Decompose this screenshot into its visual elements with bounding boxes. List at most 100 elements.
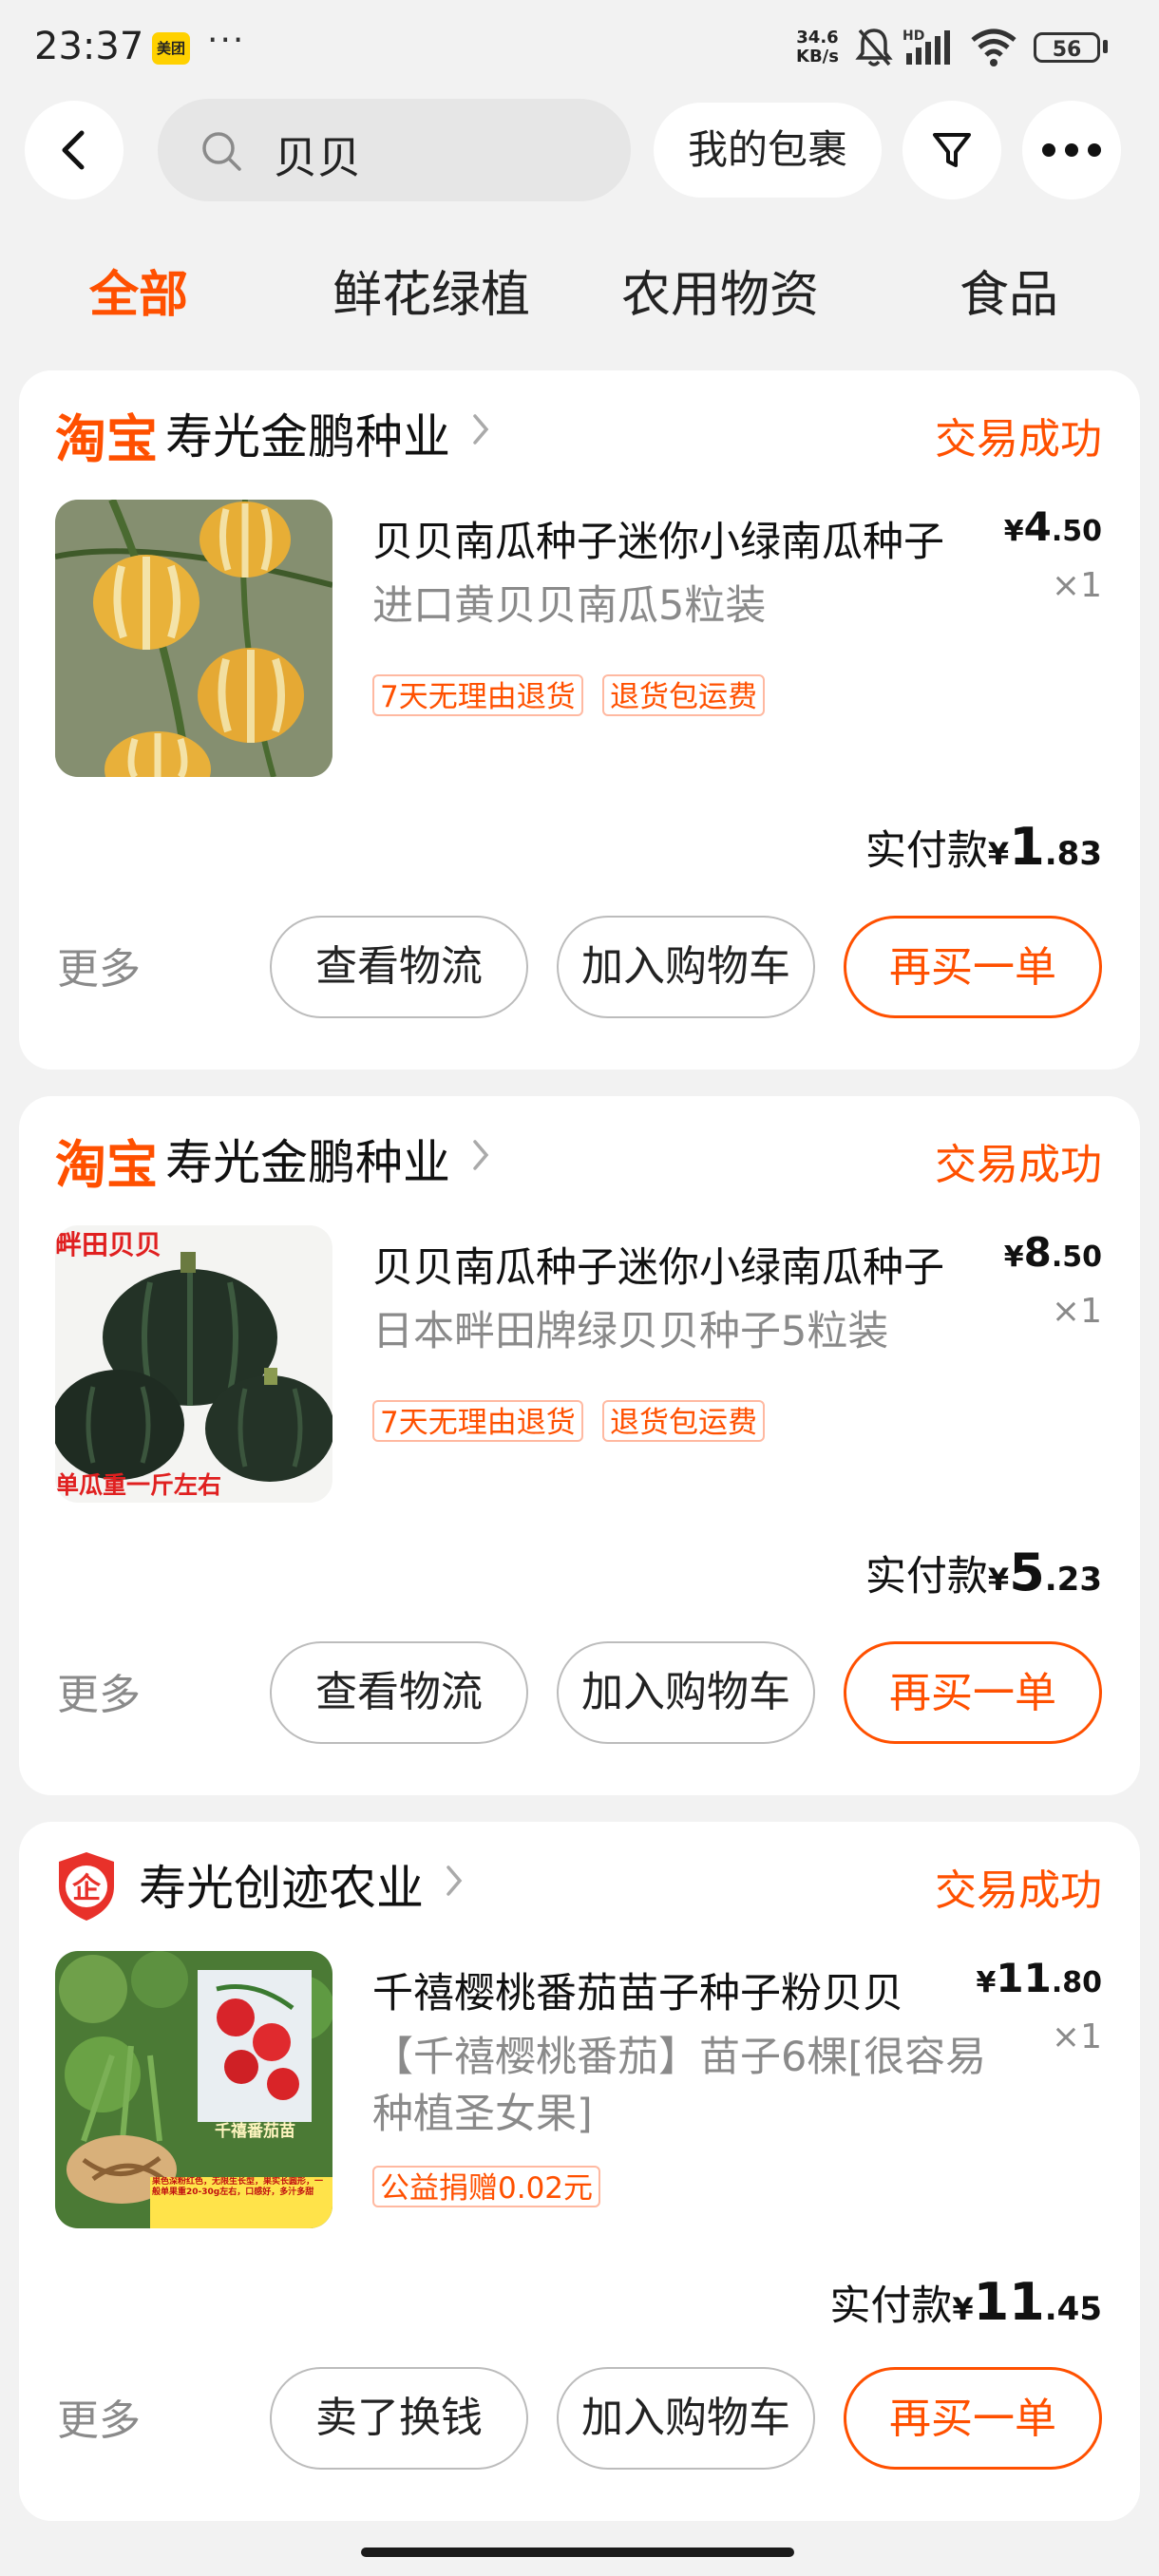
category-tabs: 全部 鲜花绿植 农用物资 食品 bbox=[0, 255, 1159, 331]
order-card[interactable]: 企 寿光创迹农业 交易成功 千禧番茄苗 果色深粉红色，无限生长型，果实长圆形，一… bbox=[19, 1822, 1140, 2521]
meituan-app-icon: 美团 bbox=[152, 32, 190, 65]
network-speed: 34.6 KB/s bbox=[796, 28, 839, 66]
quantity: ×1 bbox=[1051, 566, 1102, 605]
tab-flowers-plants[interactable]: 鲜花绿植 bbox=[332, 255, 530, 326]
price-decimal: .50 bbox=[1051, 515, 1102, 548]
image-caption: 果色深粉红色，无限生长型，果实长圆形，一般单果重20-30g左右，口感好，多汁多… bbox=[152, 2177, 324, 2197]
product-image-tomato-seedlings[interactable]: 千禧番茄苗 果色深粉红色，无限生长型，果实长圆形，一般单果重20-30g左右，口… bbox=[55, 1951, 332, 2228]
search-input[interactable]: 贝贝 bbox=[158, 99, 631, 201]
chevron-right-icon bbox=[445, 1864, 464, 1902]
battery-cap bbox=[1103, 40, 1108, 53]
enterprise-badge-label: 企 bbox=[72, 1872, 102, 1905]
price-integer: 8 bbox=[1023, 1229, 1052, 1276]
back-button[interactable] bbox=[25, 101, 124, 199]
more-link[interactable]: 更多 bbox=[57, 2386, 141, 2447]
buy-again-button[interactable]: 再买一单 bbox=[844, 1641, 1102, 1744]
paid-currency: ¥ bbox=[952, 2291, 974, 2327]
order-card[interactable]: 淘宝 寿光金鹏种业 交易成功 畔田贝贝 单瓜重一斤左右 贝贝南瓜种子迷你小绿南瓜… bbox=[19, 1096, 1140, 1795]
price-decimal: .50 bbox=[1051, 1241, 1102, 1274]
tag-charity-donation: 公益捐赠0.02元 bbox=[372, 2166, 601, 2207]
paid-amount: 实付款¥5.23 bbox=[865, 1543, 1102, 1602]
product-title[interactable]: 千禧樱桃番茄苗子种子粉贝贝 bbox=[372, 1960, 1001, 2019]
battery-indicator: 56 bbox=[1034, 32, 1100, 63]
price-integer: 4 bbox=[1023, 503, 1052, 550]
image-label: 千禧番茄苗 bbox=[215, 2121, 295, 2141]
network-speed-unit: KB/s bbox=[796, 47, 839, 66]
order-status: 交易成功 bbox=[935, 1866, 1102, 1915]
add-to-cart-button[interactable]: 加入购物车 bbox=[557, 916, 815, 1018]
chevron-right-icon bbox=[471, 412, 490, 450]
paid-label: 实付款 bbox=[864, 1553, 988, 1601]
home-indicator[interactable] bbox=[361, 2548, 794, 2557]
price-currency: ¥ bbox=[976, 1966, 997, 1999]
tag-7-day-return: 7天无理由退货 bbox=[372, 674, 583, 716]
filter-button[interactable] bbox=[902, 101, 1001, 199]
paid-integer: 11 bbox=[973, 2272, 1045, 2332]
search-query: 贝贝 bbox=[274, 132, 361, 183]
product-sku: 【千禧樱桃番茄】苗子6棵[很容易种植圣女果] bbox=[372, 2034, 987, 2138]
paid-currency: ¥ bbox=[987, 836, 1010, 872]
paid-label: 实付款 bbox=[829, 2282, 953, 2330]
paid-currency: ¥ bbox=[987, 1562, 1010, 1598]
search-icon bbox=[200, 129, 243, 177]
price-integer: 11 bbox=[996, 1955, 1052, 2001]
cellular-signal-icon: HD bbox=[902, 27, 961, 72]
buy-again-button[interactable]: 再买一单 bbox=[844, 916, 1102, 1018]
unit-price: ¥8.50 bbox=[1004, 1229, 1102, 1276]
view-logistics-button[interactable]: 查看物流 bbox=[270, 1641, 528, 1744]
chevron-left-icon bbox=[62, 130, 85, 170]
wifi-icon bbox=[969, 27, 1018, 72]
product-title[interactable]: 贝贝南瓜种子迷你小绿南瓜种子 bbox=[372, 1235, 1001, 1294]
more-dots-icon bbox=[1042, 143, 1101, 157]
taobao-logo: 淘宝 bbox=[55, 409, 158, 469]
notification-more-icon: ··· bbox=[207, 21, 246, 60]
tab-all[interactable]: 全部 bbox=[89, 255, 188, 326]
chevron-right-icon bbox=[471, 1138, 490, 1176]
product-image-yellow-pumpkin[interactable] bbox=[55, 500, 332, 777]
my-parcel-button[interactable]: 我的包裹 bbox=[654, 103, 882, 198]
product-sku: 日本畔田牌绿贝贝种子5粒装 bbox=[372, 1308, 889, 1355]
product-title[interactable]: 贝贝南瓜种子迷你小绿南瓜种子 bbox=[372, 509, 1001, 568]
more-link[interactable]: 更多 bbox=[57, 935, 141, 995]
enterprise-shield-icon: 企 bbox=[55, 1850, 118, 1926]
product-image-green-pumpkin[interactable]: 畔田贝贝 单瓜重一斤左右 bbox=[55, 1225, 332, 1503]
unit-price: ¥11.80 bbox=[977, 1955, 1102, 2001]
tag-return-shipping: 退货包运费 bbox=[602, 1400, 765, 1442]
paid-decimal: .83 bbox=[1044, 835, 1102, 873]
bell-muted-icon bbox=[855, 27, 893, 72]
more-options-button[interactable] bbox=[1022, 101, 1121, 199]
price-currency: ¥ bbox=[1003, 1241, 1024, 1274]
shop-name[interactable]: 寿光创迹农业 bbox=[139, 1850, 424, 1919]
filter-icon bbox=[933, 133, 971, 167]
tag-return-shipping: 退货包运费 bbox=[602, 674, 765, 716]
quantity: ×1 bbox=[1051, 2017, 1102, 2056]
view-logistics-button[interactable]: 查看物流 bbox=[270, 916, 528, 1018]
paid-integer: 1 bbox=[1009, 817, 1045, 877]
order-card[interactable]: 淘宝 寿光金鹏种业 交易成功 贝贝南瓜种子迷你小绿南瓜种子 进口黄贝贝南瓜5粒装… bbox=[19, 370, 1140, 1070]
paid-integer: 5 bbox=[1009, 1543, 1045, 1602]
order-status: 交易成功 bbox=[935, 1141, 1102, 1189]
taobao-logo: 淘宝 bbox=[55, 1135, 158, 1195]
tab-food[interactable]: 食品 bbox=[960, 255, 1058, 326]
order-status: 交易成功 bbox=[935, 415, 1102, 464]
buy-again-button[interactable]: 再买一单 bbox=[844, 2367, 1102, 2470]
price-decimal: .80 bbox=[1051, 1966, 1102, 1999]
image-label-bottom: 单瓜重一斤左右 bbox=[55, 1471, 221, 1499]
quantity: ×1 bbox=[1051, 1292, 1102, 1331]
network-speed-value: 34.6 bbox=[796, 28, 839, 47]
unit-price: ¥4.50 bbox=[1004, 503, 1102, 550]
status-time: 23:37 bbox=[34, 25, 144, 68]
price-currency: ¥ bbox=[1003, 515, 1024, 548]
paid-decimal: .23 bbox=[1044, 1561, 1102, 1599]
paid-amount: 实付款¥11.45 bbox=[829, 2272, 1102, 2332]
add-to-cart-button[interactable]: 加入购物车 bbox=[557, 1641, 815, 1744]
status-bar: 23:37 美团 ··· 34.6 KB/s HD 56 bbox=[0, 0, 1159, 95]
tab-agricultural-supplies[interactable]: 农用物资 bbox=[621, 255, 819, 326]
paid-label: 实付款 bbox=[864, 827, 988, 875]
sell-for-cash-button[interactable]: 卖了换钱 bbox=[270, 2367, 528, 2470]
shop-name[interactable]: 寿光金鹏种业 bbox=[165, 399, 450, 467]
more-link[interactable]: 更多 bbox=[57, 1660, 141, 1721]
paid-decimal: .45 bbox=[1044, 2290, 1102, 2328]
shop-name[interactable]: 寿光金鹏种业 bbox=[165, 1125, 450, 1193]
add-to-cart-button[interactable]: 加入购物车 bbox=[557, 2367, 815, 2470]
